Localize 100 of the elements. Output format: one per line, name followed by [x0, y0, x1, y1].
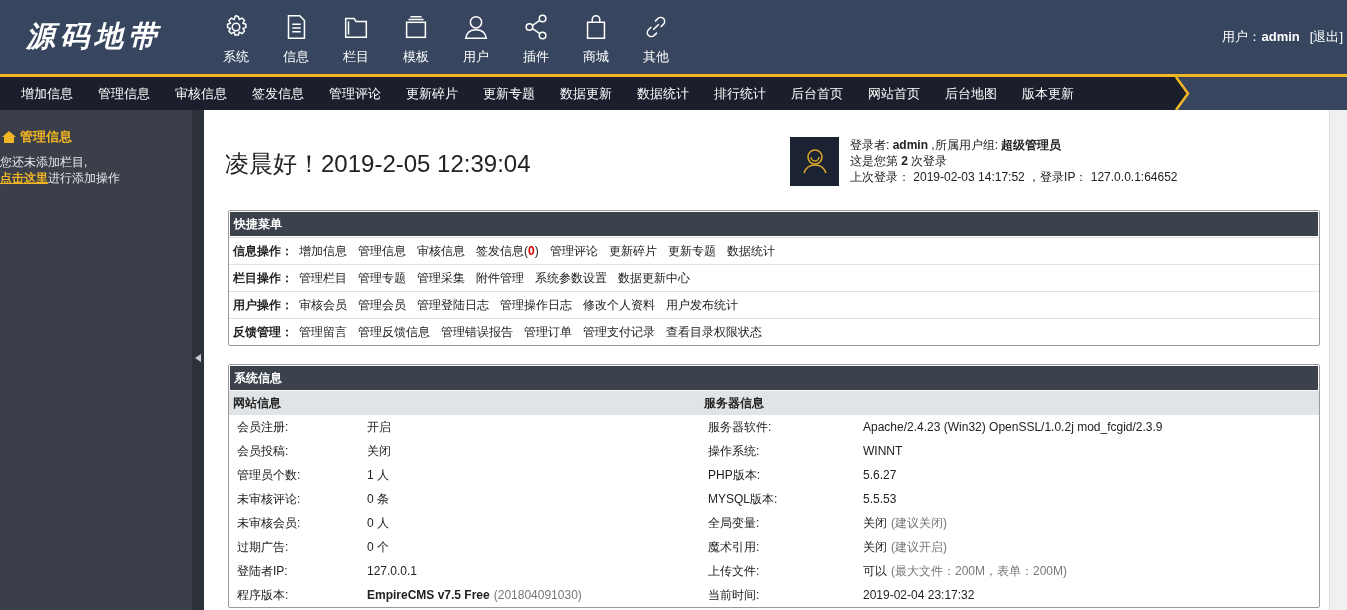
- user-info: 用户：admin: [1222, 28, 1300, 46]
- info-value: EmpireCMS v7.5 Free: [367, 588, 490, 602]
- section-header: 网站信息: [229, 391, 700, 415]
- quick-menu-link[interactable]: 管理操作日志: [500, 296, 572, 314]
- sub-nav-link[interactable]: 网站首页: [855, 84, 932, 103]
- quick-menu-link[interactable]: 更新专题: [667, 242, 716, 260]
- info-label: 会员投稿:: [237, 442, 290, 460]
- quick-menu-link[interactable]: 用户发布统计: [666, 296, 738, 314]
- greeting-text: 凌晨好！2019-2-05 12:39:04: [225, 149, 532, 179]
- scrollbar[interactable]: [1329, 110, 1347, 610]
- info-label: 全局变量:: [708, 514, 761, 532]
- info-note: (最大文件：200M，表单：200M): [891, 562, 1068, 580]
- quick-menu-link[interactable]: 审核信息: [417, 242, 465, 260]
- quick-menu-link[interactable]: 管理反馈信息: [358, 323, 430, 341]
- nav-item[interactable]: 插件: [506, 8, 566, 66]
- section-header: 服务器信息: [700, 391, 1319, 415]
- quick-menu-link[interactable]: 查看目录权限状态: [666, 323, 762, 341]
- login-info-line: 这是您第 2 次登录: [850, 153, 949, 169]
- info-label: 上传文件:: [708, 562, 761, 580]
- info-value: 5.6.27: [863, 468, 897, 482]
- info-value: Apache/2.4.23 (Win32) OpenSSL/1.0.2j mod_fcgid/2.3.9: [863, 420, 1163, 434]
- logout-link[interactable]: [退出]: [1309, 28, 1343, 46]
- quick-menu-label: 反馈管理：: [233, 323, 294, 341]
- quick-menu-link[interactable]: 审核会员: [299, 296, 347, 314]
- quick-menu-link[interactable]: 系统参数设置: [535, 269, 607, 287]
- user-avatar-icon: [801, 148, 828, 174]
- quick-menu-link[interactable]: 更新碎片: [608, 242, 657, 260]
- info-value: 关闭: [863, 538, 887, 556]
- quick-menu-link[interactable]: 修改个人资料: [583, 296, 655, 314]
- info-label: 未审核会员:: [237, 514, 302, 532]
- quick-menu-link[interactable]: 数据统计: [726, 242, 775, 260]
- info-label: 登陆者IP:: [237, 562, 289, 580]
- quick-menu-link[interactable]: 管理采集: [417, 269, 465, 287]
- sub-nav-link[interactable]: 管理信息: [85, 84, 162, 103]
- quick-menu-link[interactable]: 管理信息: [358, 242, 406, 260]
- sub-nav-link[interactable]: 排行统计: [701, 84, 778, 103]
- info-label: 当前时间:: [708, 586, 761, 604]
- info-value: 0 人: [367, 514, 389, 532]
- quick-menu-link[interactable]: 管理会员: [358, 296, 406, 314]
- quick-menu-link[interactable]: 管理留言: [299, 323, 347, 341]
- info-value: 可以: [863, 562, 887, 580]
- info-label: 操作系统:: [708, 442, 761, 460]
- sub-nav-link[interactable]: 数据更新: [547, 84, 624, 103]
- info-label: 会员注册:: [237, 418, 290, 436]
- quick-menu-link[interactable]: 增加信息: [299, 242, 347, 260]
- nav-item[interactable]: 信息: [266, 8, 326, 66]
- quick-menu-link[interactable]: 管理评论: [549, 242, 598, 260]
- nav-item[interactable]: 用户: [446, 8, 506, 66]
- info-value: WINNT: [863, 444, 903, 458]
- nav-item-label: 用户: [463, 48, 489, 66]
- info-label: 管理员个数:: [237, 466, 302, 484]
- quick-menu-link[interactable]: 签发信息(0): [476, 242, 539, 260]
- info-note: (建议关闭): [891, 514, 947, 532]
- login-info-line: 上次登录： 2019-02-03 14:17:52 ，登录IP： 127.0.0.1:64652: [850, 169, 1178, 185]
- nav-item-label: 系统: [223, 48, 249, 66]
- sub-nav-link[interactable]: 数据统计: [624, 84, 701, 103]
- sidebar-title: 管理信息: [20, 128, 72, 146]
- quick-menu-link[interactable]: 管理栏目: [299, 269, 347, 287]
- home-icon: [2, 131, 16, 143]
- sub-nav-link[interactable]: 版本更新: [1009, 84, 1086, 103]
- info-value: 开启: [367, 418, 391, 436]
- info-value: 5.5.53: [863, 492, 897, 506]
- quick-menu-link[interactable]: 管理专题: [358, 269, 406, 287]
- quick-menu-link[interactable]: 管理订单: [524, 323, 572, 341]
- info-value: 0 条: [367, 490, 389, 508]
- nav-item-label: 模板: [403, 48, 429, 66]
- sub-nav-link[interactable]: 更新碎片: [393, 84, 470, 103]
- nav-item-label: 信息: [283, 48, 309, 66]
- info-value: 关闭: [863, 514, 887, 532]
- sub-nav-link[interactable]: 后台首页: [778, 84, 855, 103]
- quick-menu-link[interactable]: 附件管理: [476, 269, 524, 287]
- nav-item-label: 插件: [523, 48, 549, 66]
- nav-item[interactable]: 系统: [206, 8, 266, 66]
- sub-nav-link[interactable]: 后台地图: [932, 84, 1009, 103]
- nav-item[interactable]: 商城: [566, 8, 626, 66]
- quick-menu-link[interactable]: 管理登陆日志: [417, 296, 489, 314]
- sub-nav-link[interactable]: 管理评论: [316, 84, 393, 103]
- sub-nav-link[interactable]: 更新专题: [470, 84, 547, 103]
- info-label: MYSQL版本:: [708, 490, 779, 508]
- quick-menu-link[interactable]: 数据更新中心: [618, 269, 690, 287]
- sub-nav-link[interactable]: 签发信息: [239, 84, 316, 103]
- panel-header: 快捷菜单: [229, 211, 1319, 237]
- nav-item-label: 商城: [583, 48, 609, 66]
- nav-item[interactable]: 栏目: [326, 8, 386, 66]
- add-column-link[interactable]: 点击这里: [0, 171, 48, 185]
- nav-item-label: 栏目: [343, 48, 369, 66]
- quick-menu-link[interactable]: 管理错误报告: [441, 323, 513, 341]
- sub-nav-link[interactable]: 增加信息: [8, 84, 85, 103]
- info-value: 关闭: [367, 442, 391, 460]
- login-info-line: 登录者: admin ,所属用户组: 超级管理员: [850, 137, 1063, 153]
- info-label: 魔术引用:: [708, 538, 761, 556]
- collapse-arrow-icon[interactable]: [195, 354, 201, 362]
- sub-nav-link[interactable]: 审核信息: [162, 84, 239, 103]
- nav-item[interactable]: 模板: [386, 8, 446, 66]
- nav-item[interactable]: 其他: [626, 8, 686, 66]
- quick-menu-link[interactable]: 管理支付记录: [583, 323, 655, 341]
- sidebar-hint: 点击这里进行添加操作: [0, 170, 121, 186]
- site-logo: 源码地带: [25, 18, 163, 55]
- info-note: (建议开启): [891, 538, 947, 556]
- info-label: 服务器软件:: [708, 418, 773, 436]
